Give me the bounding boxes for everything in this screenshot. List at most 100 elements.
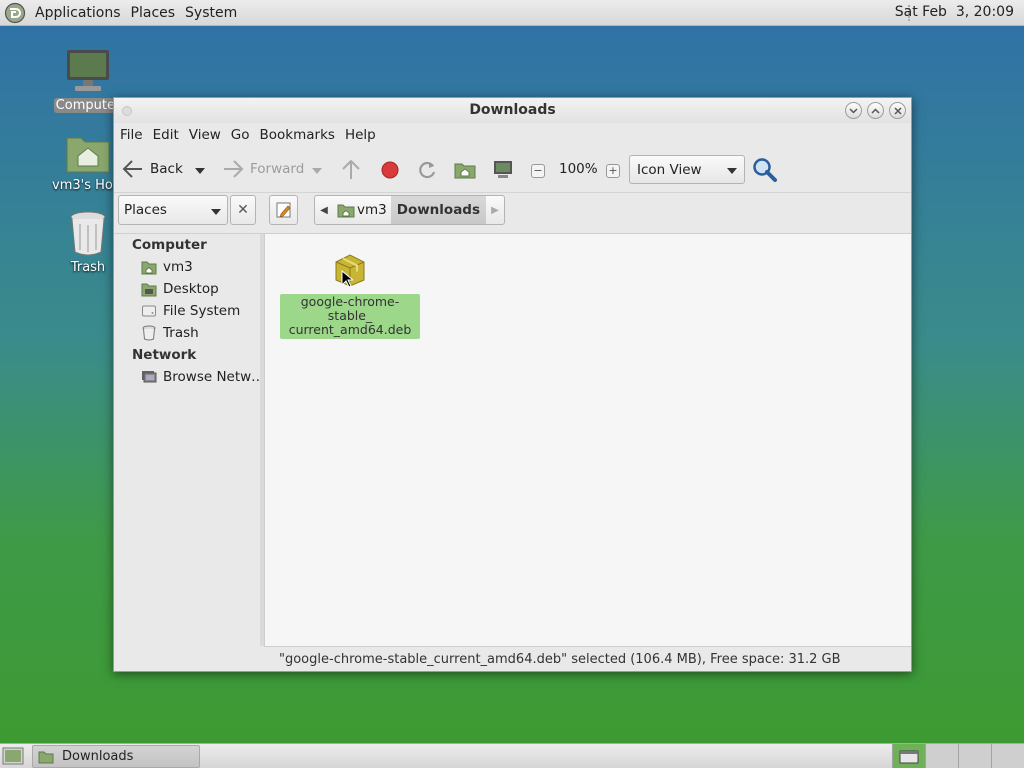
desktop-icon-label: Trash (70, 260, 106, 275)
menu-edit[interactable]: Edit (148, 127, 184, 143)
forward-history-dropdown[interactable] (312, 168, 322, 174)
window-titlebar[interactable]: Downloads (114, 98, 911, 123)
distro-logo-icon[interactable] (4, 2, 26, 24)
system-menu[interactable]: System (180, 5, 242, 21)
home-folder-icon (337, 204, 355, 218)
sidebar-header-network: Network (132, 347, 197, 363)
menu-go[interactable]: Go (226, 127, 255, 143)
sidebar-item-browse-network[interactable]: Browse Netw… (114, 366, 261, 388)
view-mode-select[interactable]: Icon View (629, 155, 745, 184)
sidebar-item-trash[interactable]: Trash (114, 322, 261, 344)
sidebar-item-file-system[interactable]: File System (114, 300, 261, 322)
back-arrow-icon (122, 160, 142, 178)
minimize-button[interactable] (845, 102, 862, 119)
content-area: Computer vm3 Desktop File System Trash N… (114, 234, 911, 646)
path-scroll-left[interactable]: ◀ (315, 196, 333, 224)
sidebar-item-label: File System (163, 303, 241, 319)
window-title: Downloads (469, 102, 556, 118)
computer-icon (67, 50, 109, 91)
file-name-line-2: current_amd64.deb (288, 322, 412, 337)
zoom-in-button[interactable]: + (606, 164, 620, 178)
sidebar-header-computer: Computer (132, 237, 207, 253)
sidebar-item-label: Browse Netw… (163, 369, 261, 385)
file-manager-window: Downloads File Edit View Go Bookmarks He… (113, 97, 912, 672)
sidebar-item-label: vm3 (163, 259, 193, 275)
sidebar-item-label: Trash (163, 325, 199, 341)
show-desktop-icon[interactable] (2, 747, 24, 765)
back-history-dropdown[interactable] (195, 168, 205, 174)
forward-arrow-icon (224, 160, 244, 178)
path-bar: ◀ vm3 Downloads ▶ (314, 195, 506, 225)
back-button[interactable]: Back (122, 159, 183, 179)
clock[interactable]: Sat Feb 3, 20:09 (895, 4, 1014, 20)
sidebar-item-vm3[interactable]: vm3 (114, 256, 261, 278)
workspace-4[interactable] (991, 744, 1024, 768)
drive-icon (142, 305, 156, 317)
close-icon: ✕ (237, 202, 249, 218)
path-button-downloads[interactable]: Downloads (390, 196, 487, 224)
search-icon[interactable] (752, 157, 778, 183)
network-icon (142, 371, 157, 383)
top-panel: Applications Places System Sat Feb 3, 20… (0, 0, 1024, 26)
file-icon-view[interactable]: google-chrome-stable_ current_amd64.deb (264, 234, 911, 646)
mouse-cursor-icon (341, 270, 353, 288)
path-scroll-right[interactable]: ▶ (486, 196, 504, 224)
stop-icon[interactable] (380, 160, 400, 180)
sidebar-pane-select[interactable]: Places (118, 195, 228, 225)
close-button[interactable] (889, 102, 906, 119)
sidebar-item-label: Desktop (163, 281, 219, 297)
workspace-2[interactable] (925, 744, 958, 768)
menu-bookmarks[interactable]: Bookmarks (255, 127, 340, 143)
chevron-up-icon (871, 107, 880, 114)
menu-file[interactable]: File (115, 127, 148, 143)
chevron-down-icon (211, 209, 221, 215)
close-sidebar-button[interactable]: ✕ (230, 195, 256, 225)
task-label: Downloads (62, 749, 134, 764)
zoom-level: 100% (559, 161, 598, 177)
reload-icon[interactable] (416, 159, 438, 181)
places-sidebar: Computer vm3 Desktop File System Trash N… (114, 234, 262, 646)
desktop-folder-icon (141, 283, 157, 297)
menu-help[interactable]: Help (340, 127, 381, 143)
chevron-down-icon (849, 107, 858, 114)
location-bar: Places ✕ ◀ vm3 Downloads ▶ (114, 193, 911, 234)
menu-view[interactable]: View (184, 127, 226, 143)
computer-icon[interactable] (492, 159, 514, 181)
path-button-home[interactable]: vm3 (333, 196, 391, 224)
applications-menu[interactable]: Applications (30, 5, 126, 21)
workspace-1[interactable] (892, 744, 925, 768)
zoom-out-button[interactable]: − (531, 164, 545, 178)
up-arrow-icon[interactable] (341, 159, 361, 181)
close-icon (893, 106, 902, 115)
workspace-switcher (892, 744, 1024, 768)
path-label: vm3 (357, 202, 387, 218)
menubar: File Edit View Go Bookmarks Help (114, 123, 911, 147)
file-item[interactable]: google-chrome-stable_ current_amd64.deb (280, 248, 420, 339)
file-name-line-1: google-chrome-stable_ (300, 294, 400, 323)
view-mode-value: Icon View (637, 161, 702, 178)
toolbar: Back Forward − 100% + Icon View (114, 147, 911, 193)
edit-location-button[interactable] (269, 195, 298, 225)
file-name-label: google-chrome-stable_ current_amd64.deb (280, 294, 420, 339)
places-menu[interactable]: Places (126, 5, 181, 21)
maximize-button[interactable] (867, 102, 884, 119)
trash-icon (70, 211, 106, 256)
forward-label: Forward (250, 161, 305, 177)
home-folder-icon (66, 137, 110, 173)
back-label: Back (150, 161, 183, 177)
home-folder-icon (141, 261, 157, 275)
chevron-down-icon (727, 168, 737, 174)
sidebar-item-desktop[interactable]: Desktop (114, 278, 261, 300)
window-menu-button[interactable] (122, 106, 132, 116)
window-thumbnail-icon (899, 750, 919, 763)
home-icon[interactable] (454, 159, 476, 179)
pane-select-value: Places (124, 202, 167, 218)
taskbar-item-downloads[interactable]: Downloads (32, 745, 200, 768)
status-bar: "google-chrome-stable_current_amd64.deb"… (264, 646, 911, 671)
folder-icon (38, 751, 54, 763)
bottom-panel: Downloads (0, 743, 1024, 768)
workspace-3[interactable] (958, 744, 991, 768)
forward-button[interactable]: Forward (222, 159, 304, 179)
edit-icon (276, 202, 291, 218)
trash-icon (142, 325, 156, 341)
